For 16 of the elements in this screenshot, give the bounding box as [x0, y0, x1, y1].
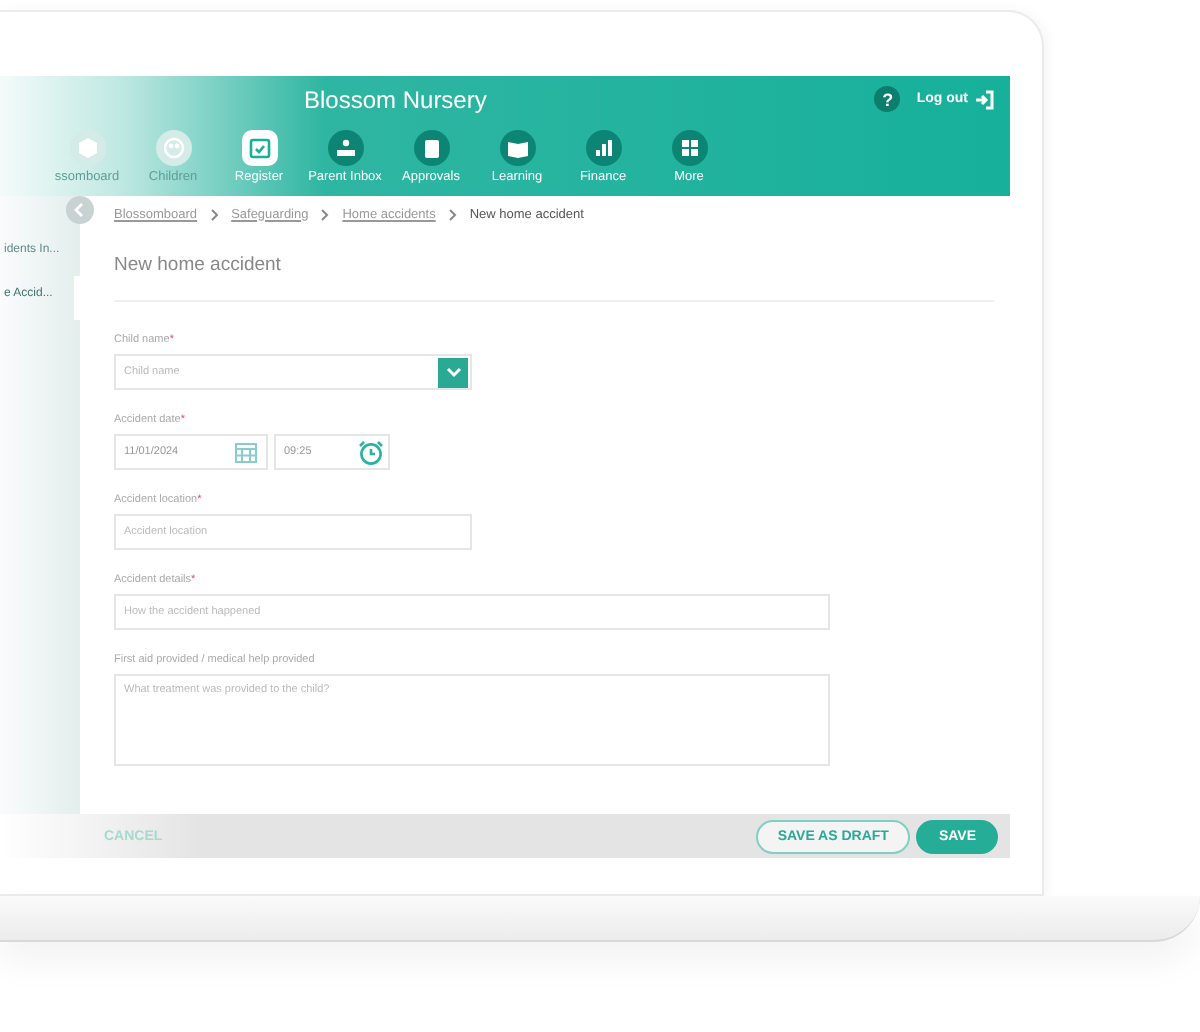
calendar-check-icon [241, 130, 277, 166]
chevron-icon [209, 207, 220, 221]
bar-chart-icon [585, 130, 621, 166]
calendar-icon [234, 440, 258, 464]
form-title: New home accident [114, 226, 994, 302]
chevron-down-icon [438, 357, 468, 387]
smiley-icon [155, 130, 191, 166]
book-icon [499, 130, 535, 166]
chevron-icon [320, 207, 331, 221]
logout-icon [974, 89, 994, 109]
grid-icon [671, 130, 707, 166]
app-title: Blossom Nursery [304, 85, 487, 113]
collapse-button[interactable] [66, 196, 94, 224]
chevron-icon [447, 207, 458, 221]
help-button[interactable]: ? [874, 86, 901, 112]
alarm-clock-icon [358, 439, 384, 465]
